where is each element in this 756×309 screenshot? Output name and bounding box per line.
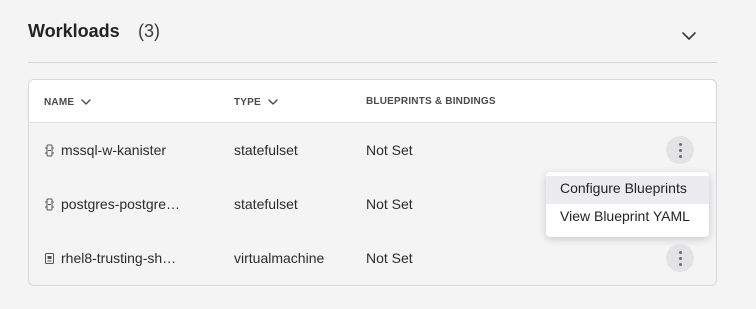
blueprint-status: Not Set [366, 250, 413, 266]
column-header-blueprints: BLUEPRINTS & BINDINGS [366, 96, 496, 107]
workloads-section-header: Workloads (3) [28, 0, 717, 63]
kebab-dot [678, 142, 682, 146]
chevron-down-icon [682, 32, 696, 40]
kebab-dot [678, 148, 682, 152]
chevron-down-icon [268, 99, 278, 105]
blueprint-status: Not Set [366, 142, 413, 158]
kebab-dot [678, 250, 682, 254]
row-actions-menu: Configure Blueprints View Blueprint YAML [546, 172, 709, 237]
workload-name[interactable]: mssql-w-kanister [61, 142, 166, 158]
workload-type: statefulset [234, 142, 298, 158]
workload-name-cell: rhel8-trusting-sh… [44, 250, 176, 266]
workload-type: statefulset [234, 196, 298, 212]
menu-item-view-blueprint-yaml[interactable]: View Blueprint YAML [546, 204, 709, 232]
statefulset-icon [45, 144, 54, 156]
virtualmachine-icon [45, 252, 54, 264]
kebab-dot [678, 154, 682, 158]
kebab-dot [678, 262, 682, 266]
column-label: TYPE [234, 96, 261, 108]
workload-name-cell: mssql-w-kanister [44, 142, 166, 158]
table-row: rhel8-trusting-sh… virtualmachine Not Se… [29, 231, 716, 285]
workload-name[interactable]: postgres-postgre… [61, 196, 180, 212]
column-header-name[interactable]: NAME [44, 96, 92, 108]
table-header: NAME TYPE BLUEPRINTS & BINDINGS [29, 80, 716, 123]
kebab-dot [678, 256, 682, 260]
menu-item-configure-blueprints[interactable]: Configure Blueprints [546, 176, 709, 204]
workload-name[interactable]: rhel8-trusting-sh… [61, 250, 176, 266]
column-label: NAME [44, 96, 75, 108]
column-header-type[interactable]: TYPE [234, 96, 279, 108]
workload-type: virtualmachine [234, 250, 325, 266]
column-label: BLUEPRINTS & BINDINGS [366, 96, 496, 107]
row-actions-button[interactable] [666, 244, 694, 272]
blueprint-status: Not Set [366, 196, 413, 212]
table-row: mssql-w-kanister statefulset Not Set [29, 123, 716, 177]
workload-name-cell: postgres-postgre… [44, 196, 180, 212]
section-title: Workloads [28, 21, 120, 41]
statefulset-icon [45, 198, 54, 210]
collapse-button[interactable] [677, 24, 701, 48]
chevron-down-icon [81, 99, 91, 105]
workload-count: (3) [138, 21, 160, 41]
row-actions-button[interactable] [666, 136, 694, 164]
